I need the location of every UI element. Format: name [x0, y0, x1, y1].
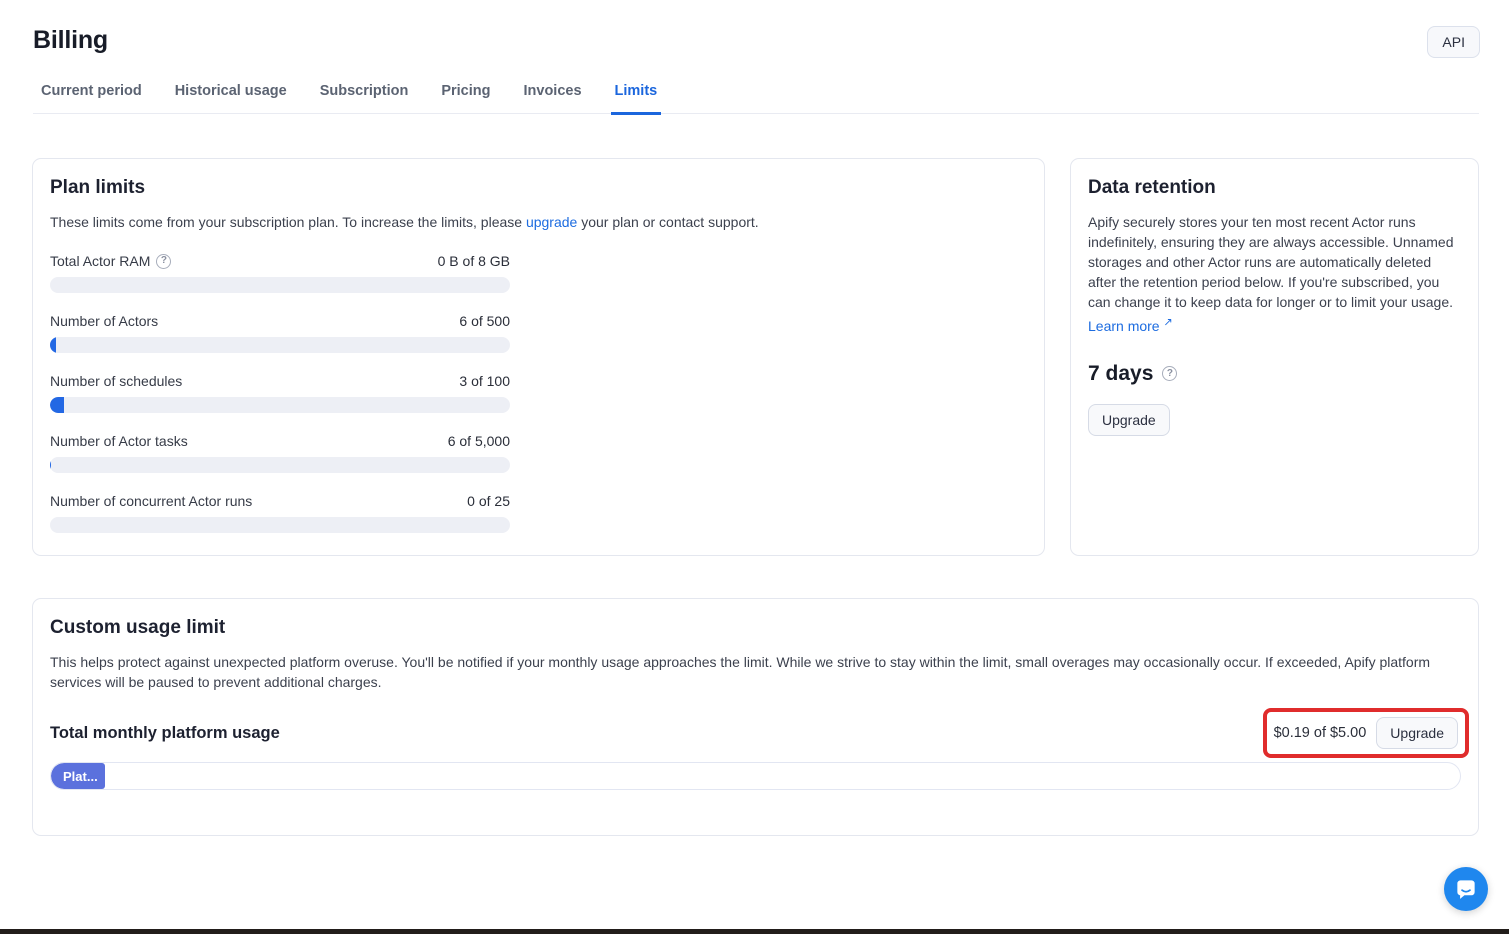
progress-fill: [50, 397, 64, 413]
data-retention-card: Data retention Apify securely stores you…: [1070, 158, 1479, 556]
limit-label: Total Actor RAM: [50, 253, 150, 269]
plan-limits-title: Plan limits: [50, 177, 1027, 199]
limit-label: Number of concurrent Actor runs: [50, 493, 252, 509]
plan-limits-description: These limits come from your subscription…: [50, 212, 1027, 232]
usage-summary-row: Total monthly platform usage $0.19 of $5…: [50, 708, 1461, 758]
limit-label: Number of Actors: [50, 313, 158, 329]
retention-period-value: 7 days: [1088, 362, 1153, 386]
usage-value: $0.19 of $5.00: [1274, 725, 1367, 741]
data-retention-description: Apify securely stores your ten most rece…: [1088, 212, 1461, 336]
limit-row-number-of-schedules: Number of schedules 3 of 100: [50, 373, 510, 413]
chat-widget-button[interactable]: [1444, 867, 1488, 911]
learn-more-label: Learn more: [1088, 318, 1160, 334]
usage-upgrade-button[interactable]: Upgrade: [1376, 717, 1458, 749]
annotation-highlight: $0.19 of $5.00 Upgrade: [1263, 708, 1469, 758]
api-button[interactable]: API: [1427, 26, 1480, 58]
limit-row-concurrent-actor-runs: Number of concurrent Actor runs 0 of 25: [50, 493, 510, 533]
limit-value: 6 of 500: [459, 313, 510, 329]
tab-invoices[interactable]: Invoices: [520, 83, 586, 115]
usage-segment-label: Plat...: [63, 769, 98, 784]
data-retention-desc-text: Apify securely stores your ten most rece…: [1088, 214, 1454, 310]
screen-edge-bar: [0, 929, 1509, 934]
help-icon[interactable]: ?: [156, 254, 171, 269]
help-icon[interactable]: ?: [1162, 366, 1177, 381]
plan-limits-card: Plan limits These limits come from your …: [32, 158, 1045, 556]
chat-bubble-icon: [1455, 878, 1477, 900]
plan-limits-desc-text: These limits come from your subscription…: [50, 214, 526, 230]
usage-label: Total monthly platform usage: [50, 724, 280, 743]
progress-track: [50, 517, 510, 533]
custom-usage-limit-description: This helps protect against unexpected pl…: [50, 652, 1445, 692]
retention-upgrade-button[interactable]: Upgrade: [1088, 404, 1170, 436]
data-retention-title: Data retention: [1088, 177, 1461, 199]
tab-pricing[interactable]: Pricing: [437, 83, 494, 115]
progress-track: [50, 277, 510, 293]
limit-label: Number of schedules: [50, 373, 182, 389]
limit-label: Number of Actor tasks: [50, 433, 188, 449]
usage-bar-segment: Plat...: [51, 763, 105, 789]
custom-usage-limit-title: Custom usage limit: [50, 617, 1461, 639]
limit-row-total-actor-ram: Total Actor RAM ? 0 B of 8 GB: [50, 253, 510, 293]
tab-subscription[interactable]: Subscription: [316, 83, 413, 115]
progress-track: [50, 337, 510, 353]
learn-more-link[interactable]: Learn more ↗: [1088, 318, 1173, 334]
custom-usage-limit-card: Custom usage limit This helps protect ag…: [32, 598, 1479, 836]
limit-value: 6 of 5,000: [448, 433, 510, 449]
page-header: Billing API: [0, 0, 1509, 55]
page-title: Billing: [33, 26, 1480, 55]
limit-row-number-of-actor-tasks: Number of Actor tasks 6 of 5,000: [50, 433, 510, 473]
upgrade-link[interactable]: upgrade: [526, 214, 577, 230]
limit-value: 0 B of 8 GB: [438, 253, 510, 269]
progress-track: [50, 397, 510, 413]
limit-row-number-of-actors: Number of Actors 6 of 500: [50, 313, 510, 353]
progress-fill: [50, 337, 56, 353]
limit-value: 3 of 100: [459, 373, 510, 389]
tab-limits[interactable]: Limits: [611, 83, 662, 115]
plan-limits-list: Total Actor RAM ? 0 B of 8 GB Number of …: [50, 253, 510, 533]
limit-value: 0 of 25: [467, 493, 510, 509]
billing-tabs: Current period Historical usage Subscrip…: [33, 83, 1479, 114]
retention-period: 7 days ?: [1088, 362, 1461, 386]
usage-bar-track: Plat...: [50, 762, 1461, 790]
progress-track: [50, 457, 510, 473]
plan-limits-desc-text-after: your plan or contact support.: [577, 214, 758, 230]
tab-historical-usage[interactable]: Historical usage: [171, 83, 291, 115]
progress-fill: [50, 457, 51, 473]
tab-current-period[interactable]: Current period: [37, 83, 146, 115]
external-link-icon: ↗: [1163, 316, 1172, 328]
